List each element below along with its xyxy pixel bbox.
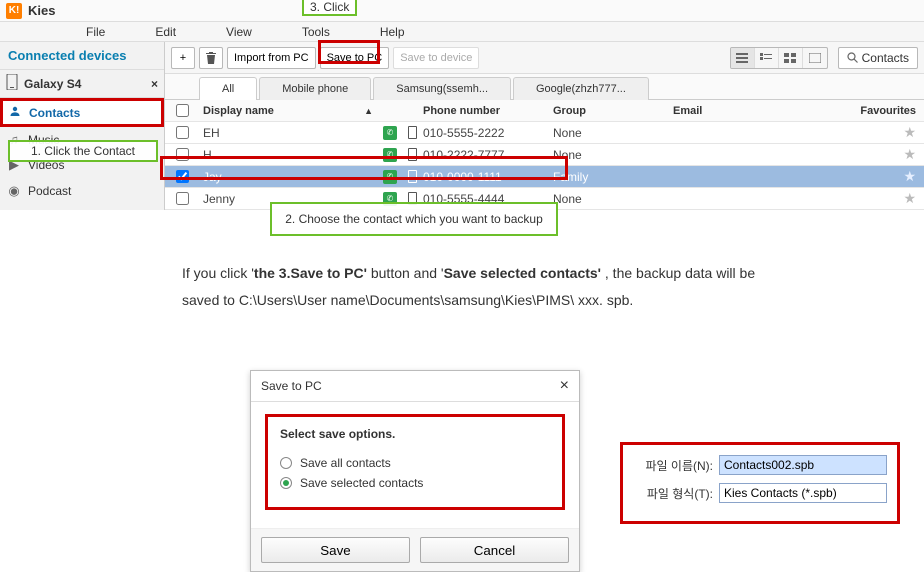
sidebar: Connected devices Galaxy S4 × Contacts ♫… bbox=[0, 42, 165, 210]
row-checkbox[interactable] bbox=[176, 126, 189, 139]
file-name-label: 파일 이름(N): bbox=[633, 457, 713, 474]
tab-google[interactable]: Google(zhzh777... bbox=[513, 77, 649, 100]
app-title: Kies bbox=[28, 3, 55, 18]
mobile-icon bbox=[408, 170, 417, 183]
toolbar: + Import from PC Save to PC Save to devi… bbox=[165, 42, 924, 74]
search-label: Contacts bbox=[862, 51, 909, 65]
dialog-cancel-button[interactable]: Cancel bbox=[420, 537, 569, 563]
annotation-step2: 2. Choose the contact which you want to … bbox=[270, 202, 558, 236]
col-phone[interactable]: Phone number bbox=[423, 105, 553, 117]
select-all-checkbox[interactable] bbox=[176, 104, 189, 117]
radio-save-selected[interactable]: Save selected contacts bbox=[280, 473, 550, 493]
star-icon[interactable]: ★ bbox=[903, 146, 916, 162]
star-icon[interactable]: ★ bbox=[903, 190, 916, 206]
menu-tools[interactable]: Tools bbox=[302, 25, 330, 39]
contacts-icon bbox=[7, 104, 23, 121]
cell-phone: 010-2222-7777 bbox=[423, 148, 553, 162]
radio-icon bbox=[280, 477, 292, 489]
window-titlebar: K! Kies bbox=[0, 0, 924, 22]
cell-phone: 010-0000-1111 bbox=[423, 170, 553, 184]
source-tabs: All Mobile phone Samsung(ssemh... Google… bbox=[165, 74, 924, 100]
view-grid-icon[interactable] bbox=[779, 48, 803, 68]
sidebar-item-contacts[interactable]: Contacts bbox=[0, 98, 164, 127]
file-type-select[interactable] bbox=[719, 483, 887, 503]
tab-mobile[interactable]: Mobile phone bbox=[259, 77, 371, 100]
cell-name: EH bbox=[199, 126, 379, 140]
menubar: File Edit View Tools Help bbox=[0, 22, 924, 42]
app-logo: K! bbox=[6, 3, 22, 19]
import-from-pc-button[interactable]: Import from PC bbox=[227, 47, 316, 69]
cell-group: None bbox=[553, 126, 673, 140]
phone-badge-icon: ✆ bbox=[383, 126, 397, 140]
annotation-step3: 3. Click bbox=[302, 0, 357, 16]
mobile-icon bbox=[408, 148, 417, 161]
menu-file[interactable]: File bbox=[86, 25, 105, 39]
view-mode-group bbox=[730, 47, 828, 69]
podcast-icon: ◉ bbox=[6, 183, 22, 199]
dialog-save-button[interactable]: Save bbox=[261, 537, 410, 563]
search-contacts-button[interactable]: Contacts bbox=[838, 47, 918, 69]
file-type-label: 파일 형식(T): bbox=[633, 485, 713, 502]
save-to-pc-button[interactable]: Save to PC bbox=[320, 47, 390, 69]
device-name: Galaxy S4 bbox=[24, 77, 81, 91]
sidebar-item-label: Podcast bbox=[28, 184, 71, 198]
view-list-icon[interactable] bbox=[731, 48, 755, 68]
menu-edit[interactable]: Edit bbox=[155, 25, 176, 39]
view-detail-icon[interactable] bbox=[755, 48, 779, 68]
phone-badge-icon: ✆ bbox=[383, 148, 397, 162]
sidebar-item-label: Contacts bbox=[29, 106, 80, 120]
file-save-panel: 파일 이름(N): 파일 형식(T): bbox=[620, 442, 900, 524]
table-header: Display name▲ Phone number Group Email F… bbox=[165, 100, 924, 122]
device-close-icon[interactable]: × bbox=[151, 77, 158, 91]
cell-name: Jay bbox=[199, 170, 379, 184]
cell-phone: 010-5555-2222 bbox=[423, 126, 553, 140]
cell-group: Family bbox=[553, 170, 673, 184]
radio-icon bbox=[280, 457, 292, 469]
dialog-close-icon[interactable]: × bbox=[560, 377, 569, 395]
annotation-step1: 1. Click the Contact bbox=[8, 140, 158, 162]
trash-icon bbox=[206, 52, 216, 64]
delete-button[interactable] bbox=[199, 47, 223, 69]
radio-save-all[interactable]: Save all contacts bbox=[280, 453, 550, 473]
radio-label: Save selected contacts bbox=[300, 476, 423, 490]
col-favourites[interactable]: Favourites bbox=[844, 105, 924, 117]
dialog-title: Save to PC bbox=[261, 379, 322, 393]
menu-view[interactable]: View bbox=[226, 25, 252, 39]
col-email[interactable]: Email bbox=[673, 105, 844, 117]
star-icon[interactable]: ★ bbox=[903, 124, 916, 140]
file-name-input[interactable] bbox=[719, 455, 887, 475]
explanation-text: If you click 'the 3.Save to PC' button a… bbox=[182, 260, 902, 313]
tab-all[interactable]: All bbox=[199, 77, 257, 100]
cell-group: None bbox=[553, 148, 673, 162]
sidebar-device[interactable]: Galaxy S4 × bbox=[0, 70, 164, 98]
phone-icon bbox=[6, 74, 18, 93]
phone-badge-icon: ✆ bbox=[383, 170, 397, 184]
row-checkbox[interactable] bbox=[176, 148, 189, 161]
tab-samsung[interactable]: Samsung(ssemh... bbox=[373, 77, 511, 100]
row-checkbox[interactable] bbox=[176, 192, 189, 205]
save-to-device-button: Save to device bbox=[393, 47, 479, 69]
table-row[interactable]: H ✆ 010-2222-7777None ★ bbox=[165, 144, 924, 166]
menu-help[interactable]: Help bbox=[380, 25, 405, 39]
table-row[interactable]: EH ✆ 010-5555-2222None ★ bbox=[165, 122, 924, 144]
cell-name: H bbox=[199, 148, 379, 162]
col-group[interactable]: Group bbox=[553, 105, 673, 117]
star-icon[interactable]: ★ bbox=[903, 168, 916, 184]
row-checkbox[interactable] bbox=[176, 170, 189, 183]
col-display-name[interactable]: Display name▲ bbox=[199, 105, 379, 117]
cell-group: None bbox=[553, 192, 673, 206]
sort-asc-icon: ▲ bbox=[364, 106, 373, 116]
radio-label: Save all contacts bbox=[300, 456, 391, 470]
view-card-icon[interactable] bbox=[803, 48, 827, 68]
mobile-icon bbox=[408, 126, 417, 139]
add-button[interactable]: + bbox=[171, 47, 195, 69]
sidebar-item-podcast[interactable]: ◉ Podcast bbox=[0, 178, 164, 204]
table-row[interactable]: Jay ✆ 010-0000-1111Family ★ bbox=[165, 166, 924, 188]
dialog-heading: Select save options. bbox=[280, 427, 550, 441]
content: + Import from PC Save to PC Save to devi… bbox=[165, 42, 924, 210]
sidebar-header: Connected devices bbox=[0, 42, 164, 70]
search-icon bbox=[847, 52, 858, 63]
